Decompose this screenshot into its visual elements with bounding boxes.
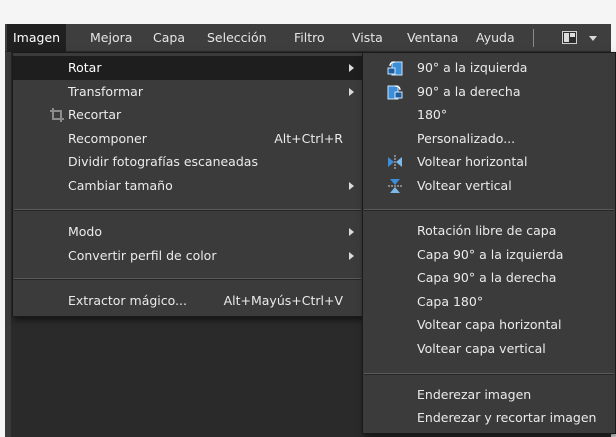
menu-vista[interactable]: Vista [346,24,389,52]
submenu-arrow-icon [349,252,354,260]
menu-capa[interactable]: Capa [147,24,191,52]
menu-item-label: 180° [417,107,448,122]
menu-item-label: Cambiar tamaño [68,178,173,193]
menu-item-label: Voltear capa horizontal [417,317,562,332]
crop-icon [50,108,64,122]
submenu-arrow-icon [349,88,354,96]
menu-item-label: Modo [68,224,103,239]
menu-item-layer-rotate-180[interactable]: Capa 180° [363,290,615,314]
menu-item-label: Extractor mágico... [68,293,187,308]
menu-separator [14,209,361,211]
menu-item-layer-flip-vertical[interactable]: Voltear capa vertical [363,337,615,361]
menu-item-label: Rotación libre de capa [417,223,557,238]
menu-item-label: Personalizado... [417,131,516,146]
menu-item-transformar[interactable]: Transformar [13,80,362,104]
menu-item-label: Capa 90° a la derecha [417,270,557,285]
imagen-dropdown-menu: Rotar Transformar Recortar Recomponer Al… [12,52,363,317]
menu-item-straighten-image[interactable]: Enderezar imagen [363,383,615,407]
menu-bar: Imagen Mejora Capa Selección Filtro Vist… [5,24,611,52]
menu-item-label: Voltear capa vertical [417,341,546,356]
menu-item-flip-horizontal[interactable]: Voltear horizontal [363,150,615,174]
menu-ayuda[interactable]: Ayuda [470,24,521,52]
rotate-right-icon [387,85,403,100]
menu-item-shortcut: Alt+Ctrl+R [274,131,343,146]
menu-item-label: Enderezar imagen [417,387,532,402]
chevron-down-icon[interactable] [589,36,597,41]
menubar-divider [533,29,534,47]
menu-item-rotate-180[interactable]: 180° [363,103,615,127]
menu-item-label: 90° a la derecha [417,84,521,99]
flip-horizontal-icon [388,155,402,169]
flip-vertical-icon [388,179,402,193]
rotate-left-icon [387,61,403,76]
menu-item-label: Dividir fotografías escaneadas [68,154,258,169]
menu-item-recomponer[interactable]: Recomponer Alt+Ctrl+R [13,127,362,151]
menu-item-rotate-left-90[interactable]: 90° a la izquierda [363,56,615,80]
menu-separator [364,373,614,375]
menu-filtro[interactable]: Filtro [288,24,331,52]
menu-item-label: Capa 90° a la izquierda [417,247,564,262]
menu-imagen[interactable]: Imagen [7,24,67,52]
menu-item-layer-flip-horizontal[interactable]: Voltear capa horizontal [363,313,615,337]
menu-item-layer-rotate-right[interactable]: Capa 90° a la derecha [363,266,615,290]
menu-item-rotate-custom[interactable]: Personalizado... [363,127,615,151]
menu-item-straighten-crop-image[interactable]: Enderezar y recortar imagen [363,406,615,430]
menu-item-label: Recomponer [68,131,147,146]
submenu-arrow-icon [349,228,354,236]
workspace-panel-edge [5,52,11,437]
menu-item-free-rotate-layer[interactable]: Rotación libre de capa [363,219,615,243]
submenu-arrow-icon [349,64,354,72]
menu-item-modo[interactable]: Modo [13,220,362,244]
menu-item-convertir-perfil[interactable]: Convertir perfil de color [13,244,362,268]
menu-seleccion[interactable]: Selección [201,24,273,52]
menu-item-label: Rotar [68,60,102,75]
menu-item-label: 90° a la izquierda [417,60,528,75]
menu-mejora[interactable]: Mejora [84,24,138,52]
menu-separator [364,209,614,211]
menu-item-extractor-magico[interactable]: Extractor mágico... Alt+Mayús+Ctrl+V [13,289,362,313]
menu-item-label: Capa 180° [417,294,484,309]
menu-item-label: Recortar [68,107,122,122]
menu-item-rotar[interactable]: Rotar [13,56,362,80]
submenu-arrow-icon [349,182,354,190]
menu-item-cambiar-tamano[interactable]: Cambiar tamaño [13,174,362,198]
menu-ventana[interactable]: Ventana [401,24,464,52]
menu-item-dividir-fotografias[interactable]: Dividir fotografías escaneadas [13,150,362,174]
layout-grid-icon[interactable] [562,31,577,44]
menu-item-label: Convertir perfil de color [68,248,217,263]
menu-item-rotate-right-90[interactable]: 90° a la derecha [363,80,615,104]
menu-item-label: Enderezar y recortar imagen [417,410,597,425]
menu-item-shortcut: Alt+Mayús+Ctrl+V [223,293,343,308]
menu-item-recortar[interactable]: Recortar [13,103,362,127]
menu-item-flip-vertical[interactable]: Voltear vertical [363,174,615,198]
menu-item-label: Voltear horizontal [417,154,528,169]
window-frame-top [0,0,616,24]
menu-item-layer-rotate-left[interactable]: Capa 90° a la izquierda [363,243,615,267]
menu-item-label: Transformar [68,84,143,99]
menu-item-label: Voltear vertical [417,178,512,193]
menu-separator [14,278,361,280]
rotar-submenu: 90° a la izquierda 90° a la derecha 180°… [362,52,616,434]
